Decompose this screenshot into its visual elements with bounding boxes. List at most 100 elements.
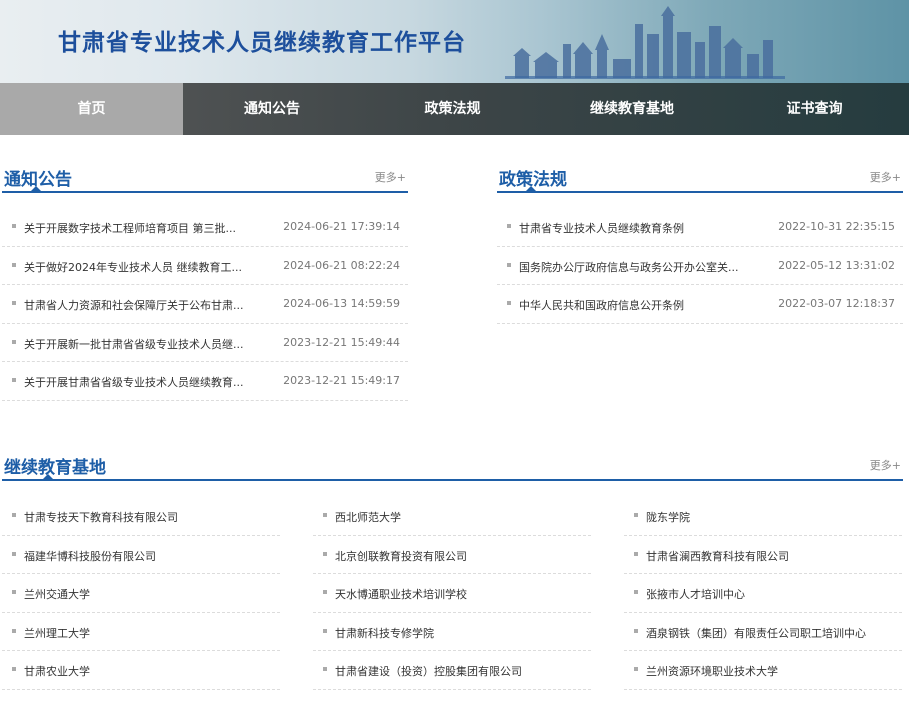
site-title: 甘肃省专业技术人员继续教育工作平台 <box>58 30 466 56</box>
nav-home[interactable]: 首页 <box>0 83 183 135</box>
bullet-icon <box>634 667 638 671</box>
header-banner: 甘肃省专业技术人员继续教育工作平台 <box>0 0 909 83</box>
bullet-icon <box>323 513 327 517</box>
bases-title-marker <box>42 474 54 480</box>
policy-title[interactable]: 中华人民共和国政府信息公开条例 <box>519 297 684 313</box>
bullet-icon <box>12 628 16 633</box>
base-name[interactable]: 酒泉钢铁（集团）有限责任公司职工培训中心 <box>646 625 866 641</box>
bullet-icon <box>12 378 16 382</box>
policies-list: 甘肃省专业技术人员继续教育条例 2022-10-31 22:35:15 国务院办… <box>497 208 903 324</box>
notice-item[interactable]: 关于开展新一批甘肃省省级专业技术人员继... 2023-12-21 15:49:… <box>2 324 408 362</box>
notice-date: 2024-06-13 14:59:59 <box>283 297 400 310</box>
notice-item[interactable]: 关于开展甘肃省省级专业技术人员继续教育... 2023-12-21 15:49:… <box>2 362 408 401</box>
bullet-icon <box>634 628 638 633</box>
policy-date: 2022-10-31 22:35:15 <box>778 220 895 233</box>
bullet-icon <box>323 667 327 671</box>
bullet-icon <box>323 590 327 594</box>
bullet-icon <box>12 339 16 344</box>
notice-item[interactable]: 关于做好2024年专业技术人员 继续教育工... 2024-06-21 08:2… <box>2 247 408 285</box>
base-name[interactable]: 甘肃省澜西教育科技有限公司 <box>646 548 789 564</box>
base-name[interactable]: 兰州资源环境职业技术大学 <box>646 663 778 679</box>
notices-title-marker <box>30 186 42 192</box>
base-item[interactable]: 西北师范大学 <box>313 497 591 536</box>
base-item[interactable]: 甘肃省澜西教育科技有限公司 <box>624 536 902 574</box>
base-item[interactable]: 北京创联教育投资有限公司 <box>313 536 591 574</box>
policy-date: 2022-05-12 13:31:02 <box>778 258 895 272</box>
notice-item[interactable]: 甘肃省人力资源和社会保障厅关于公布甘肃... 2024-06-13 14:59:… <box>2 285 408 324</box>
policy-title[interactable]: 国务院办公厅政府信息与政务公开办公室关... <box>519 259 739 275</box>
base-name[interactable]: 甘肃农业大学 <box>24 663 90 679</box>
policy-title[interactable]: 甘肃省专业技术人员继续教育条例 <box>519 220 684 236</box>
base-item[interactable]: 天水博通职业技术培训学校 <box>313 574 591 613</box>
base-name[interactable]: 北京创联教育投资有限公司 <box>335 548 467 564</box>
notice-title[interactable]: 关于做好2024年专业技术人员 继续教育工... <box>24 259 242 275</box>
policy-date: 2022-03-07 12:18:37 <box>778 297 895 310</box>
notice-date: 2024-06-21 17:39:14 <box>283 220 400 233</box>
city-skyline-image <box>505 6 785 79</box>
bases-more-link[interactable]: 更多+ <box>870 457 901 473</box>
base-item[interactable]: 酒泉钢铁（集团）有限责任公司职工培训中心 <box>624 613 902 651</box>
base-name[interactable]: 甘肃新科技专修学院 <box>335 625 434 641</box>
base-item[interactable]: 福建华博科技股份有限公司 <box>2 536 280 574</box>
policies-more-link[interactable]: 更多+ <box>870 169 901 185</box>
base-item[interactable]: 陇东学院 <box>624 497 902 536</box>
base-name[interactable]: 甘肃专技天下教育科技有限公司 <box>24 509 178 525</box>
base-name[interactable]: 福建华博科技股份有限公司 <box>24 548 156 564</box>
nav-policies[interactable]: 政策法规 <box>361 83 544 135</box>
base-item[interactable]: 甘肃农业大学 <box>2 651 280 690</box>
base-item[interactable]: 兰州交通大学 <box>2 574 280 613</box>
bullet-icon <box>12 224 16 228</box>
bullet-icon <box>323 551 327 556</box>
base-name[interactable]: 甘肃省建设（投资）控股集团有限公司 <box>335 663 522 679</box>
notice-title[interactable]: 关于开展新一批甘肃省省级专业技术人员继... <box>24 336 244 352</box>
bullet-icon <box>507 301 511 305</box>
policies-header: 政策法规 更多+ <box>497 157 903 193</box>
notice-date: 2023-12-21 15:49:17 <box>283 374 400 387</box>
base-name[interactable]: 陇东学院 <box>646 509 690 525</box>
bullet-icon <box>323 628 327 633</box>
policies-title-marker <box>525 186 537 192</box>
bullet-icon <box>634 513 638 517</box>
base-name[interactable]: 张掖市人才培训中心 <box>646 586 745 602</box>
notices-list: 关于开展数字技术工程师培育项目 第三批... 2024-06-21 17:39:… <box>2 208 408 401</box>
bases-column-1: 甘肃专技天下教育科技有限公司 福建华博科技股份有限公司 兰州交通大学 兰州理工大… <box>2 497 280 690</box>
base-name[interactable]: 天水博通职业技术培训学校 <box>335 586 467 602</box>
policy-item[interactable]: 甘肃省专业技术人员继续教育条例 2022-10-31 22:35:15 <box>497 208 903 247</box>
bases-title: 继续教育基地 <box>4 458 106 478</box>
base-name[interactable]: 兰州交通大学 <box>24 586 90 602</box>
bullet-icon <box>634 551 638 556</box>
bullet-icon <box>12 301 16 305</box>
bullet-icon <box>507 262 511 267</box>
base-name[interactable]: 兰州理工大学 <box>24 625 90 641</box>
notice-date: 2024-06-21 08:22:24 <box>283 258 400 272</box>
notice-title[interactable]: 关于开展甘肃省省级专业技术人员继续教育... <box>24 374 244 390</box>
bases-column-2: 西北师范大学 北京创联教育投资有限公司 天水博通职业技术培训学校 甘肃新科技专修… <box>313 497 591 690</box>
bullet-icon <box>12 513 16 517</box>
base-item[interactable]: 兰州资源环境职业技术大学 <box>624 651 902 690</box>
base-item[interactable]: 甘肃专技天下教育科技有限公司 <box>2 497 280 536</box>
bullet-icon <box>12 551 16 556</box>
bullet-icon <box>507 224 511 228</box>
notice-item[interactable]: 关于开展数字技术工程师培育项目 第三批... 2024-06-21 17:39:… <box>2 208 408 247</box>
notice-title[interactable]: 甘肃省人力资源和社会保障厅关于公布甘肃... <box>24 297 244 313</box>
base-item[interactable]: 兰州理工大学 <box>2 613 280 651</box>
base-name[interactable]: 西北师范大学 <box>335 509 401 525</box>
bullet-icon <box>634 590 638 594</box>
bullet-icon <box>12 667 16 671</box>
bullet-icon <box>12 262 16 267</box>
nav-certificate-query[interactable]: 证书查询 <box>720 83 909 135</box>
notices-more-link[interactable]: 更多+ <box>375 169 406 185</box>
policy-item[interactable]: 国务院办公厅政府信息与政务公开办公室关... 2022-05-12 13:31:… <box>497 247 903 285</box>
bases-header: 继续教育基地 更多+ <box>2 445 903 481</box>
bullet-icon <box>12 590 16 594</box>
base-item[interactable]: 甘肃新科技专修学院 <box>313 613 591 651</box>
nav-education-bases[interactable]: 继续教育基地 <box>544 83 720 135</box>
base-item[interactable]: 张掖市人才培训中心 <box>624 574 902 613</box>
base-item[interactable]: 甘肃省建设（投资）控股集团有限公司 <box>313 651 591 690</box>
main-nav: 首页 通知公告 政策法规 继续教育基地 证书查询 <box>0 83 909 135</box>
notice-date: 2023-12-21 15:49:44 <box>283 335 400 349</box>
nav-notices[interactable]: 通知公告 <box>183 83 361 135</box>
policy-item[interactable]: 中华人民共和国政府信息公开条例 2022-03-07 12:18:37 <box>497 285 903 324</box>
notice-title[interactable]: 关于开展数字技术工程师培育项目 第三批... <box>24 220 236 236</box>
bases-column-3: 陇东学院 甘肃省澜西教育科技有限公司 张掖市人才培训中心 酒泉钢铁（集团）有限责… <box>624 497 902 690</box>
